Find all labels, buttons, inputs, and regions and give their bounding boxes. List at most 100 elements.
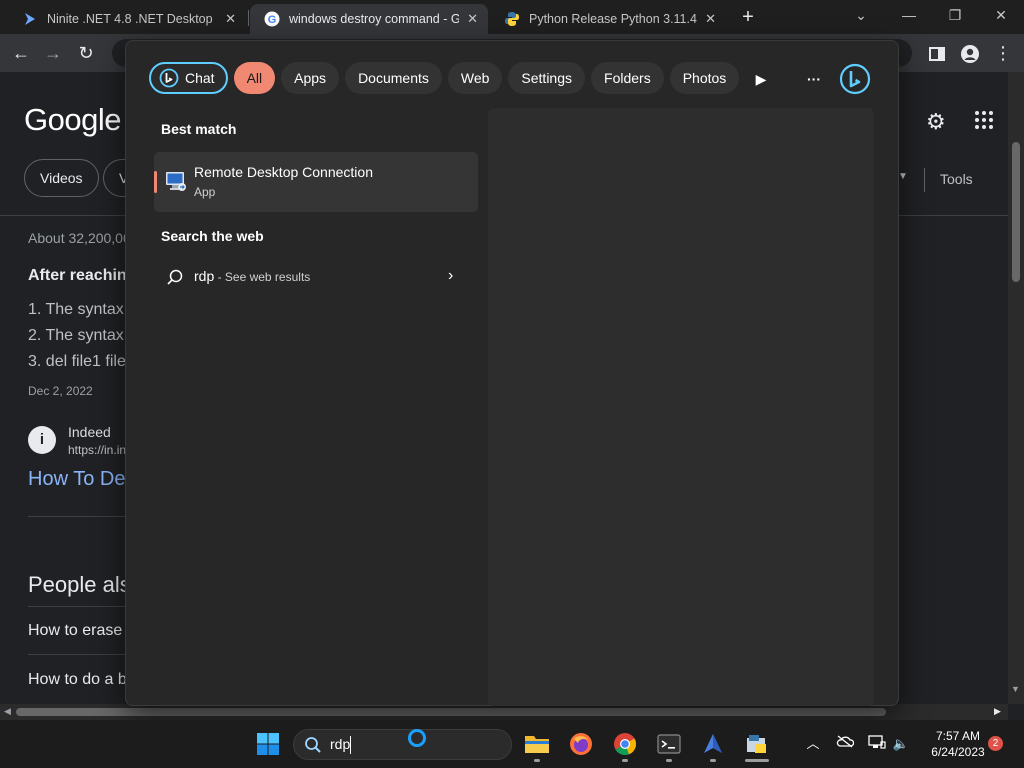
filter-chat[interactable]: Chat [149,62,228,94]
clock-date: 6/24/2023 [931,745,985,759]
python-setup-icon[interactable] [743,730,771,758]
snippet-list-item: 3. del file1 file [28,353,126,370]
filter-apps[interactable]: Apps [281,62,340,94]
more-options-icon[interactable]: ··· [803,68,825,90]
running-indicator [534,759,540,762]
chip-divider [924,168,925,192]
volume-icon[interactable]: 🔈 [891,734,911,754]
more-filters-dropdown-icon[interactable]: ▼ [898,171,908,182]
ninite-favicon-icon [22,11,38,27]
google-logo: Google [24,102,121,137]
tab-title: Python Release Python 3.11.4 | P [529,12,698,26]
chrome-icon[interactable] [611,730,639,758]
reload-icon[interactable]: ↻ [73,41,99,67]
system-clock[interactable]: 7:57 AM 6/24/2023 [918,728,998,760]
filter-label: Chat [185,70,215,86]
svg-text:G: G [268,14,277,26]
taskbar-search-input[interactable]: rdp [293,729,512,760]
tab-close-icon[interactable]: ✕ [705,11,716,27]
search-highlight-ring-icon [407,728,427,753]
filter-settings[interactable]: Settings [508,62,586,94]
question-item[interactable]: How to erase [28,622,122,640]
section-divider [28,606,128,607]
tab-title: Ninite .NET 4.8 .NET Desktop Ru [47,12,218,26]
tab-python-release[interactable]: Python Release Python 3.11.4 | P ✕ [490,4,726,34]
question-item[interactable]: How to do a b [28,671,127,689]
tools-button[interactable]: Tools [940,171,973,187]
taskbar-search-icon [304,736,322,759]
profile-avatar-icon[interactable] [957,41,983,67]
firefox-icon[interactable] [567,730,595,758]
filter-all[interactable]: All [233,62,276,94]
file-explorer-icon[interactable] [523,730,551,758]
minimize-button[interactable]: — [886,0,932,32]
forward-arrow-icon[interactable]: → [40,41,66,67]
source-name: Indeed [68,424,111,440]
horizontal-scrollbar[interactable]: ◀ ▶ [0,704,1008,720]
tab-google-search[interactable]: G windows destroy command - Go ✕ [250,4,488,34]
back-arrow-icon[interactable]: ← [8,41,34,67]
show-hidden-icons-chevron-icon[interactable]: ︿ [803,734,823,754]
result-title-link[interactable]: How To De [28,468,125,491]
maximize-button[interactable]: ❐ [932,0,978,32]
web-results-suffix: - See web results [214,270,311,284]
web-search-result[interactable]: rdp - See web results › [154,259,478,295]
python-favicon-icon [504,11,520,27]
settings-gear-icon[interactable]: ⚙ [926,109,946,135]
browser-menu-icon[interactable]: ⋮ [990,41,1016,67]
search-web-heading: Search the web [161,228,264,244]
tab-title: windows destroy command - Go [289,12,460,26]
taskbar-search-value: rdp [330,736,351,752]
filter-documents[interactable]: Documents [345,62,442,94]
tab-close-icon[interactable]: ✕ [467,11,478,27]
result-count: About 32,200,00 [28,230,131,246]
app-bird-icon[interactable] [699,730,727,758]
snippet-heading: After reachin [28,267,127,284]
people-also-ask-heading: People als [28,572,131,597]
snippet-list-item: 1. The syntax [28,301,124,318]
bing-button-icon[interactable] [839,63,871,95]
search-filter-bar: Chat All Apps Documents Web Settings Fol… [149,62,740,96]
taskbar: rdp ︿ 🔈 7:57 AM 6/24/2023 2 [0,720,1024,768]
running-indicator [710,759,716,762]
scroll-left-arrow-icon[interactable]: ◀ [4,706,11,717]
start-windows-icon[interactable] [254,730,282,758]
bing-chat-icon [159,68,179,88]
sidebar-toggle-icon[interactable] [924,41,950,67]
clock-time: 7:57 AM [935,729,981,743]
result-preview-pane [488,108,874,706]
source-url: https://in.in [68,443,127,457]
google-apps-grid-icon[interactable] [975,111,993,129]
scroll-down-arrow-icon[interactable]: ▼ [1011,684,1020,694]
notification-count-badge[interactable]: 2 [988,736,1003,751]
web-query: rdp [194,268,215,284]
scrollbar-thumb[interactable] [16,708,886,716]
network-icon[interactable] [867,734,887,754]
web-query-text: rdp - See web results [194,268,310,284]
scroll-right-arrow-icon[interactable]: ▶ [994,706,1001,717]
vertical-scrollbar[interactable]: ▼ [1008,72,1024,704]
running-indicator [622,759,628,762]
running-indicator [666,759,672,762]
snippet-date: Dec 2, 2022 [28,384,93,398]
filter-chip-videos[interactable]: Videos [24,159,99,197]
filter-folders[interactable]: Folders [591,62,664,94]
windows-search-panel: Chat All Apps Documents Web Settings Fol… [125,40,899,706]
snippet-list-item: 2. The syntax [28,327,124,344]
more-filters-play-icon[interactable]: ▶ [750,68,772,90]
new-tab-button[interactable]: + [736,6,760,30]
tab-search-chevron-icon[interactable]: ⌄ [838,0,884,32]
terminal-icon[interactable] [655,730,683,758]
best-match-result[interactable]: Remote Desktop Connection App [154,152,478,212]
active-app-indicator [745,759,769,762]
browser-tab-strip: Ninite .NET 4.8 .NET Desktop Ru ✕ G wind… [0,0,1024,34]
filter-photos[interactable]: Photos [669,62,740,94]
filter-web[interactable]: Web [447,62,503,94]
source-info-icon: i [28,426,56,454]
tab-close-icon[interactable]: ✕ [225,11,236,27]
onedrive-cloud-icon[interactable] [835,734,855,754]
scrollbar-thumb[interactable] [1012,142,1020,282]
close-window-button[interactable]: ✕ [978,0,1024,32]
tab-ninite[interactable]: Ninite .NET 4.8 .NET Desktop Ru ✕ [8,4,246,34]
search-magnifier-icon [166,268,184,291]
